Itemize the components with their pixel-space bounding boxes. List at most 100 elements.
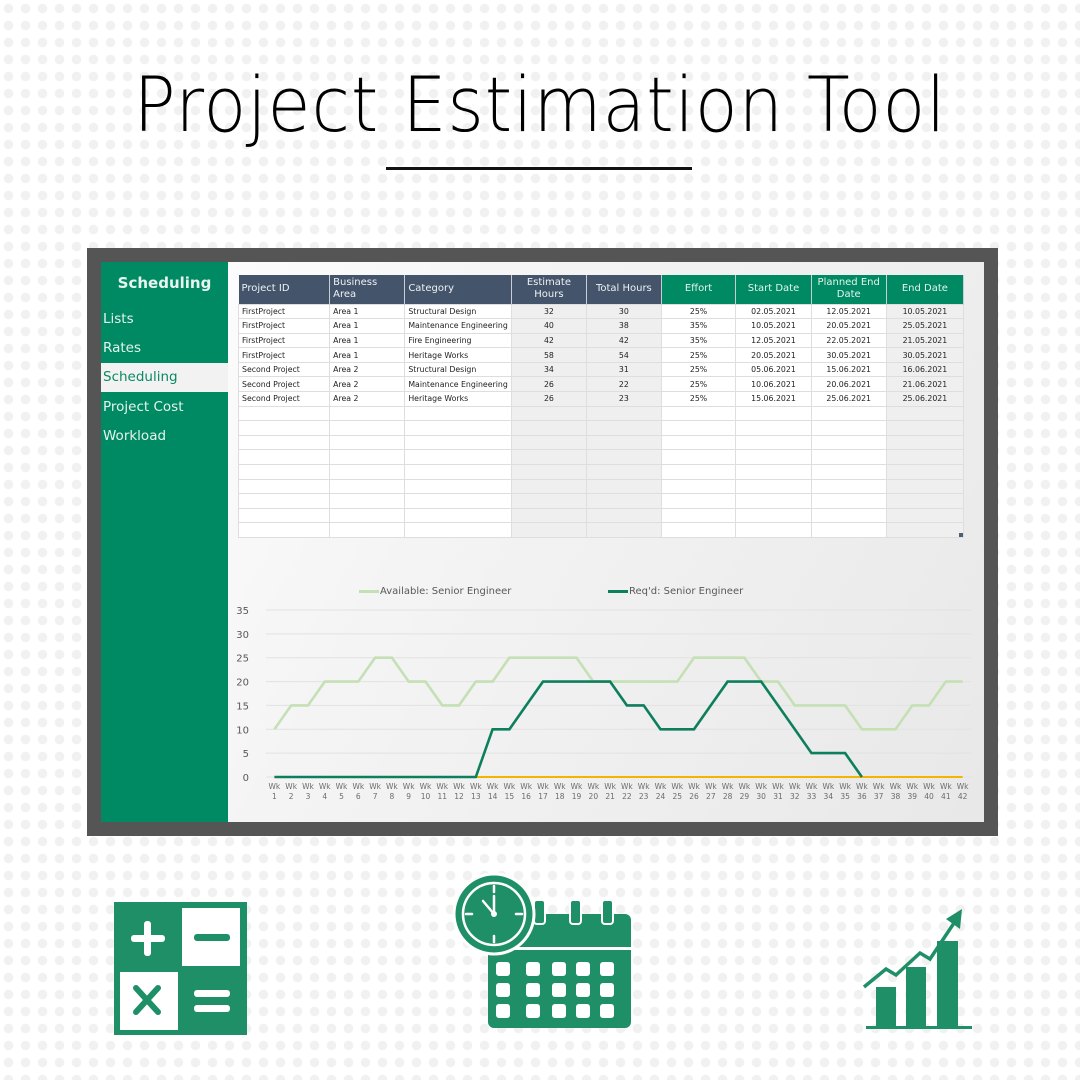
x-tick-label: Wk xyxy=(352,782,364,791)
x-tick-label: 3 xyxy=(306,792,311,801)
x-tick-label: 4 xyxy=(322,792,327,801)
x-tick-label: 28 xyxy=(723,792,733,801)
calendar-clock-icon xyxy=(452,872,631,1028)
growth-chart-icon xyxy=(862,909,972,1029)
x-tick-label: 14 xyxy=(488,792,498,801)
x-tick-label: 39 xyxy=(907,792,917,801)
x-tick-label: 36 xyxy=(857,792,867,801)
y-tick-label: 25 xyxy=(236,654,249,665)
y-tick-label: 35 xyxy=(236,606,249,617)
x-tick-label: 19 xyxy=(572,792,582,801)
x-tick-label: 18 xyxy=(555,792,565,801)
x-tick-label: 12 xyxy=(454,792,464,801)
x-tick-label: Wk xyxy=(739,782,751,791)
x-tick-label: 23 xyxy=(639,792,649,801)
x-tick-label: Wk xyxy=(688,782,700,791)
x-tick-label: 9 xyxy=(406,792,411,801)
x-tick-label: 5 xyxy=(339,792,344,801)
x-tick-label: Wk xyxy=(436,782,448,791)
x-tick-label: 11 xyxy=(437,792,447,801)
x-tick-label: Wk xyxy=(302,782,314,791)
x-tick-label: Wk xyxy=(890,782,902,791)
x-tick-label: Wk xyxy=(420,782,432,791)
x-tick-label: Wk xyxy=(789,782,801,791)
x-tick-label: Wk xyxy=(957,782,969,791)
y-tick-label: 20 xyxy=(236,678,249,689)
x-tick-label: 25 xyxy=(672,792,682,801)
x-tick-label: 2 xyxy=(289,792,294,801)
title-underline xyxy=(386,167,692,170)
x-tick-label: 37 xyxy=(874,792,884,801)
x-tick-label: Wk xyxy=(722,782,734,791)
x-tick-label: Wk xyxy=(906,782,918,791)
x-tick-label: 30 xyxy=(756,792,766,801)
x-tick-label: Wk xyxy=(403,782,415,791)
x-tick-label: Wk xyxy=(856,782,868,791)
x-tick-label: Wk xyxy=(755,782,767,791)
x-tick-label: Wk xyxy=(806,782,818,791)
x-tick-label: Wk xyxy=(336,782,348,791)
y-tick-label: 0 xyxy=(243,773,249,784)
x-tick-label: Wk xyxy=(839,782,851,791)
x-tick-label: 10 xyxy=(421,792,431,801)
x-tick-label: Wk xyxy=(923,782,935,791)
x-tick-label: 38 xyxy=(891,792,901,801)
y-tick-label: 5 xyxy=(243,749,249,760)
x-tick-label: 22 xyxy=(622,792,632,801)
calculator-icon xyxy=(114,902,247,1035)
screenshot-frame: Scheduling Lists Rates Scheduling Projec… xyxy=(87,248,998,836)
x-tick-label: 17 xyxy=(538,792,548,801)
x-tick-label: 35 xyxy=(840,792,850,801)
x-tick-label: Wk xyxy=(470,782,482,791)
x-tick-label: Wk xyxy=(520,782,532,791)
x-tick-label: 40 xyxy=(924,792,934,801)
x-tick-label: Wk xyxy=(940,782,952,791)
x-tick-label: 6 xyxy=(356,792,361,801)
y-tick-label: 15 xyxy=(236,701,249,712)
x-tick-label: Wk xyxy=(386,782,398,791)
page-title: Project Estimation Tool xyxy=(133,60,947,149)
x-tick-label: 21 xyxy=(605,792,615,801)
app-window: Scheduling Lists Rates Scheduling Projec… xyxy=(101,262,984,822)
x-tick-label: 16 xyxy=(521,792,531,801)
x-tick-label: Wk xyxy=(269,782,281,791)
x-tick-label: Wk xyxy=(554,782,566,791)
x-tick-label: 24 xyxy=(656,792,666,801)
y-tick-label: 30 xyxy=(236,630,249,641)
x-tick-label: 27 xyxy=(706,792,716,801)
x-tick-label: 1 xyxy=(272,792,277,801)
x-tick-label: 13 xyxy=(471,792,481,801)
x-tick-label: 33 xyxy=(807,792,817,801)
x-tick-label: Wk xyxy=(453,782,465,791)
x-tick-label: Wk xyxy=(319,782,331,791)
x-tick-label: Wk xyxy=(655,782,667,791)
x-tick-label: 29 xyxy=(740,792,750,801)
x-tick-label: 15 xyxy=(505,792,515,801)
x-tick-label: Wk xyxy=(604,782,616,791)
x-tick-label: 7 xyxy=(373,792,378,801)
x-tick-label: Wk xyxy=(369,782,381,791)
x-tick-label: Wk xyxy=(621,782,633,791)
y-tick-label: 10 xyxy=(236,725,249,736)
x-tick-label: Wk xyxy=(285,782,297,791)
x-tick-label: 34 xyxy=(824,792,834,801)
x-tick-label: 8 xyxy=(390,792,395,801)
x-tick-label: 42 xyxy=(958,792,968,801)
x-tick-label: Wk xyxy=(587,782,599,791)
x-tick-label: Wk xyxy=(504,782,516,791)
x-tick-label: Wk xyxy=(571,782,583,791)
x-tick-label: Wk xyxy=(873,782,885,791)
x-tick-label: Wk xyxy=(822,782,834,791)
x-tick-label: Wk xyxy=(537,782,549,791)
x-tick-label: 41 xyxy=(941,792,951,801)
x-tick-label: 26 xyxy=(689,792,699,801)
x-tick-label: 20 xyxy=(589,792,599,801)
workload-line-chart: 05101520253035Wk1Wk2Wk3Wk4Wk5Wk6Wk7Wk8Wk… xyxy=(236,606,971,801)
x-tick-label: Wk xyxy=(772,782,784,791)
x-tick-label: Wk xyxy=(705,782,717,791)
x-tick-label: Wk xyxy=(638,782,650,791)
x-tick-label: Wk xyxy=(671,782,683,791)
x-tick-label: 31 xyxy=(773,792,783,801)
x-tick-label: Wk xyxy=(487,782,499,791)
x-tick-label: 32 xyxy=(790,792,800,801)
